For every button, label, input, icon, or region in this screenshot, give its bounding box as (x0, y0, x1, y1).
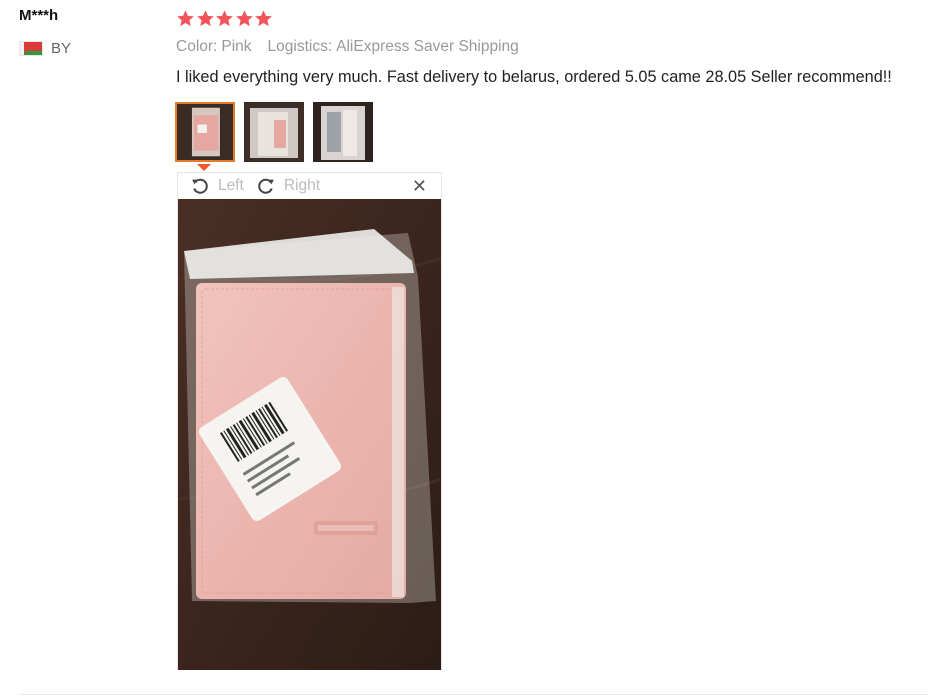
order-info: Color: Pink Logistics: AliExpress Saver … (176, 38, 519, 56)
rotate-left-button[interactable]: Left (190, 176, 244, 196)
close-icon[interactable]: ✕ (412, 176, 427, 197)
star-icon (196, 10, 214, 27)
review-photo-thumbnail[interactable] (244, 102, 304, 162)
review-photo-thumbnail[interactable] (313, 102, 373, 162)
star-icon (216, 10, 233, 27)
photo-viewer: Left Right ✕ (177, 172, 442, 670)
flag-icon (19, 41, 43, 56)
review-text: I liked everything very much. Fast deliv… (176, 68, 892, 86)
rotate-right-button[interactable]: Right (256, 176, 320, 196)
review-photo-large (178, 199, 441, 670)
color-value: Pink (221, 38, 252, 55)
user-name: M***h (19, 7, 59, 24)
logistics-value: AliExpress Saver Shipping (336, 38, 519, 55)
logistics-label: Logistics: (267, 38, 333, 55)
rotate-right-icon (258, 178, 274, 194)
viewer-toolbar: Left Right ✕ (178, 173, 441, 199)
star-rating (176, 9, 274, 28)
rotate-left-label: Left (218, 177, 244, 194)
review-photo-thumbnails (175, 102, 382, 162)
user-country: BY (19, 40, 71, 57)
active-thumbnail-caret (197, 164, 211, 171)
star-icon (177, 10, 194, 27)
star-icon (235, 10, 253, 27)
review-photo-thumbnail[interactable] (175, 102, 235, 162)
star-icon (255, 10, 272, 27)
rotate-right-label: Right (283, 177, 321, 194)
divider (19, 694, 928, 695)
color-label: Color: (176, 38, 218, 55)
rotate-left-icon (192, 178, 208, 194)
country-code: BY (51, 40, 72, 57)
